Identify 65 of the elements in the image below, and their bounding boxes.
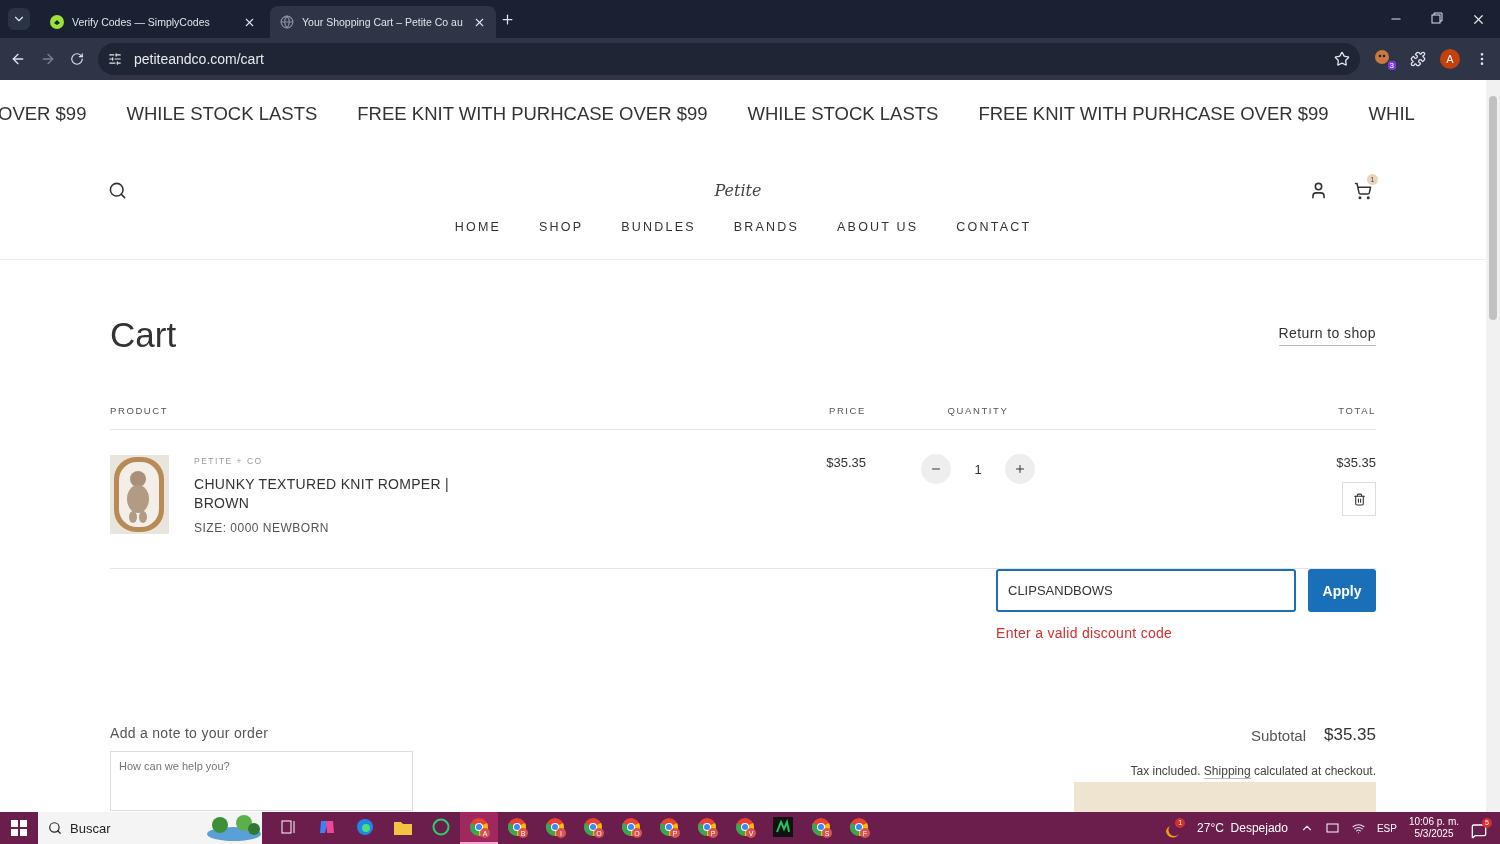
increase-button[interactable] — [1005, 454, 1035, 484]
quantity-value[interactable]: 1 — [969, 461, 987, 477]
product-vendor: PETITE + CO — [194, 456, 264, 466]
tax-note: Tax included. Shipping calculated at checkout. — [1130, 764, 1376, 778]
app-icon[interactable] — [773, 817, 793, 837]
logo[interactable]: Petite — [714, 181, 762, 201]
column-header: PRICE — [828, 405, 866, 416]
nav-link[interactable]: BRANDS — [733, 220, 800, 234]
note-field[interactable]: How can we help you? — [110, 751, 413, 811]
announcement-text: WHILE STOCK LASTS — [126, 102, 318, 125]
announcement-text: FREE KNIT WITH PURHCASE OVER $99 — [978, 102, 1329, 125]
browser-tab[interactable]: Your Shopping Cart – Petite Co au — [270, 6, 496, 38]
nav-link[interactable]: CONTACT — [956, 220, 1032, 234]
line-total: $35.35 — [1336, 455, 1376, 470]
site-settings-icon[interactable] — [108, 52, 122, 66]
error-message: Enter a valid discount code — [996, 625, 1174, 641]
nav-link[interactable]: BUNDLES — [621, 220, 696, 234]
return-link[interactable]: Return to shop — [1278, 324, 1376, 346]
new-tab-icon[interactable] — [500, 11, 515, 27]
announcement-text: WHIL — [1368, 102, 1415, 125]
landscape-icon — [206, 814, 262, 842]
product-price: $35.35 — [826, 455, 866, 472]
column-header: TOTAL — [1338, 405, 1376, 416]
remove-button[interactable] — [1342, 482, 1376, 516]
announcement-text: WHILE STOCK LASTS — [747, 102, 939, 125]
column-header: PRODUCT — [110, 405, 169, 416]
language-indicator[interactable]: ESP — [1376, 822, 1397, 834]
discount-field[interactable]: CLIPSANDBOWS — [996, 569, 1296, 612]
apply-button[interactable]: Apply — [1308, 569, 1376, 612]
nav-link[interactable]: ABOUT US — [837, 220, 919, 234]
product-name[interactable]: CHUNKY TEXTURED KNIT ROMPER | BROWN — [194, 475, 474, 513]
browser-tab[interactable]: Verify Codes — SimplyCodes — [40, 6, 266, 38]
profile-avatar[interactable]: A — [1440, 49, 1460, 69]
trash-icon — [1352, 492, 1366, 506]
forward-icon[interactable] — [40, 51, 56, 67]
restore-icon[interactable] — [1431, 11, 1443, 24]
subtotal-value: $35.35 — [1324, 725, 1376, 745]
search-icon — [48, 821, 62, 835]
weather-text[interactable]: 27°C Despejado — [1197, 821, 1288, 835]
wifi-icon[interactable] — [1351, 821, 1365, 835]
plus-icon — [1014, 463, 1026, 475]
page-title: Cart — [110, 315, 177, 355]
subtotal-label: Subtotal — [1250, 726, 1306, 744]
announcement-text: FREE KNIT WITH PURHCASE OVER $99 — [357, 102, 708, 125]
search-icon[interactable] — [108, 181, 127, 201]
globe-icon — [280, 15, 294, 29]
taskbar-search[interactable]: Buscar — [38, 812, 262, 844]
star-icon[interactable] — [1334, 51, 1350, 67]
column-header: QUANTITY — [946, 405, 1009, 416]
tag-icon — [50, 15, 64, 29]
nav-link[interactable]: HOME — [454, 220, 502, 234]
clock[interactable]: 10:06 p. m. 5/3/2025 — [1408, 816, 1459, 840]
nav-link[interactable]: SHOP — [539, 220, 584, 234]
shipping-link[interactable]: Shipping — [1203, 764, 1251, 779]
note-label: Add a note to your order — [110, 725, 270, 741]
checkout-button[interactable] — [1074, 782, 1376, 812]
scrollbar[interactable] — [1486, 80, 1500, 812]
battery-icon[interactable] — [1325, 823, 1340, 833]
account-icon[interactable] — [1309, 181, 1328, 201]
product-variant: SIZE: 0000 NEWBORN — [194, 521, 331, 535]
tab-search-button[interactable] — [8, 8, 30, 30]
extension-badge: 3 — [1387, 60, 1396, 70]
extensions-icon[interactable] — [1410, 51, 1426, 67]
reload-icon[interactable] — [70, 52, 84, 66]
back-icon[interactable] — [10, 51, 26, 67]
